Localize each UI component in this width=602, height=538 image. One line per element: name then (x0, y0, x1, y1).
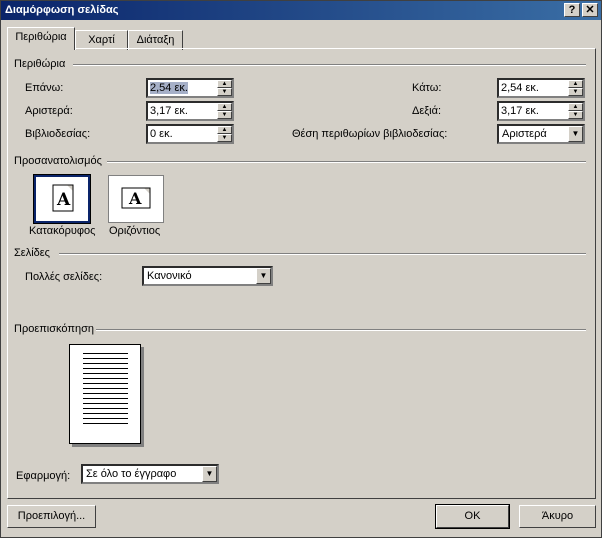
preview-line (83, 408, 128, 409)
preview-line (83, 368, 128, 369)
preview-line (83, 378, 128, 379)
orientation-group-label: Προσανατολισμός (14, 155, 102, 167)
right-margin-label: Δεξιά: (412, 105, 442, 117)
preview-line (83, 423, 128, 424)
top-margin-spinner[interactable]: 2,54 εκ. ▲ ▼ (146, 78, 234, 98)
landscape-option[interactable]: A (108, 175, 164, 223)
spin-up-icon[interactable]: ▲ (217, 80, 232, 88)
bottom-margin-spinner[interactable]: 2,54 εκ. ▲ ▼ (497, 78, 585, 98)
tab-layout[interactable]: Διάταξη (128, 30, 183, 50)
chevron-down-icon[interactable]: ▼ (256, 268, 271, 284)
preview-line (83, 353, 128, 354)
portrait-option[interactable]: A (33, 174, 91, 224)
preview-line (83, 358, 128, 359)
cancel-button[interactable]: Άκυρο (519, 505, 596, 528)
preview-line (83, 373, 128, 374)
margins-separator (73, 64, 586, 66)
landscape-page-icon: A (121, 187, 151, 209)
spin-down-icon[interactable]: ▼ (568, 88, 583, 96)
preview-line (83, 413, 128, 414)
multiple-pages-select[interactable]: Κανονικό ▼ (142, 266, 273, 286)
title-bar[interactable]: Διαμόρφωση σελίδας ? ✕ (1, 1, 601, 20)
apply-to-value: Σε όλο το έγγραφο (86, 468, 177, 480)
landscape-glyph: A (128, 189, 142, 208)
close-button[interactable]: ✕ (582, 3, 598, 17)
page-setup-dialog: Διαμόρφωση σελίδας ? ✕ Περιθώρια Χαρτί Δ… (0, 0, 602, 538)
preview-group-label: Προεπισκόπηση (14, 323, 94, 335)
bottom-margin-value[interactable]: 2,54 εκ. (501, 82, 539, 94)
spin-up-icon[interactable]: ▲ (568, 103, 583, 111)
pages-separator (59, 253, 586, 255)
preview-line (83, 383, 128, 384)
right-margin-spinner[interactable]: 3,17 εκ. ▲ ▼ (497, 101, 585, 121)
tab-margins[interactable]: Περιθώρια (7, 27, 75, 50)
spin-up-icon[interactable]: ▲ (568, 80, 583, 88)
portrait-glyph: A (56, 190, 71, 210)
landscape-label[interactable]: Οριζόντιος (109, 225, 160, 237)
gutter-spinner[interactable]: 0 εκ. ▲ ▼ (146, 124, 234, 144)
multiple-pages-label: Πολλές σελίδες: (25, 271, 103, 283)
spin-down-icon[interactable]: ▼ (217, 134, 232, 142)
spin-down-icon[interactable]: ▼ (568, 111, 583, 119)
spin-up-icon[interactable]: ▲ (217, 103, 232, 111)
pages-group-label: Σελίδες (14, 247, 50, 259)
default-button[interactable]: Προεπιλογή... (7, 505, 96, 528)
window-title: Διαμόρφωση σελίδας (5, 4, 119, 16)
apply-to-label: Εφαρμογή: (16, 470, 71, 482)
help-button[interactable]: ? (564, 3, 580, 17)
left-margin-label: Αριστερά: (25, 105, 73, 117)
preview-line (83, 363, 128, 364)
multiple-pages-value: Κανονικό (147, 270, 192, 282)
gutter-value[interactable]: 0 εκ. (150, 128, 173, 140)
portrait-page-icon: A (52, 184, 74, 212)
spin-down-icon[interactable]: ▼ (217, 111, 232, 119)
chevron-down-icon[interactable]: ▼ (202, 466, 217, 482)
page-preview (69, 344, 141, 444)
ok-button[interactable]: OK (435, 504, 510, 529)
chevron-down-icon[interactable]: ▼ (568, 126, 583, 142)
spin-up-icon[interactable]: ▲ (217, 126, 232, 134)
top-margin-label: Επάνω: (25, 82, 64, 94)
gutter-position-value: Αριστερά (502, 128, 547, 140)
preview-separator (96, 329, 586, 331)
portrait-label[interactable]: Κατακόρυφος (29, 225, 95, 237)
top-margin-value[interactable]: 2,54 εκ. (150, 82, 188, 94)
gutter-position-label: Θέση περιθωρίων βιβλιοδεσίας: (292, 128, 448, 140)
gutter-label: Βιβλιοδεσίας: (25, 128, 91, 140)
preview-line (83, 388, 128, 389)
right-margin-value[interactable]: 3,17 εκ. (501, 105, 539, 117)
gutter-position-select[interactable]: Αριστερά ▼ (497, 124, 585, 144)
apply-to-select[interactable]: Σε όλο το έγγραφο ▼ (81, 464, 219, 484)
spin-down-icon[interactable]: ▼ (217, 88, 232, 96)
tab-paper[interactable]: Χαρτί (75, 30, 128, 50)
preview-line (83, 398, 128, 399)
bottom-margin-label: Κάτω: (412, 82, 442, 94)
left-margin-value[interactable]: 3,17 εκ. (150, 105, 188, 117)
preview-line (83, 418, 128, 419)
preview-line (83, 403, 128, 404)
orientation-separator (107, 161, 586, 163)
preview-line (83, 393, 128, 394)
left-margin-spinner[interactable]: 3,17 εκ. ▲ ▼ (146, 101, 234, 121)
margins-group-label: Περιθώρια (14, 58, 66, 70)
